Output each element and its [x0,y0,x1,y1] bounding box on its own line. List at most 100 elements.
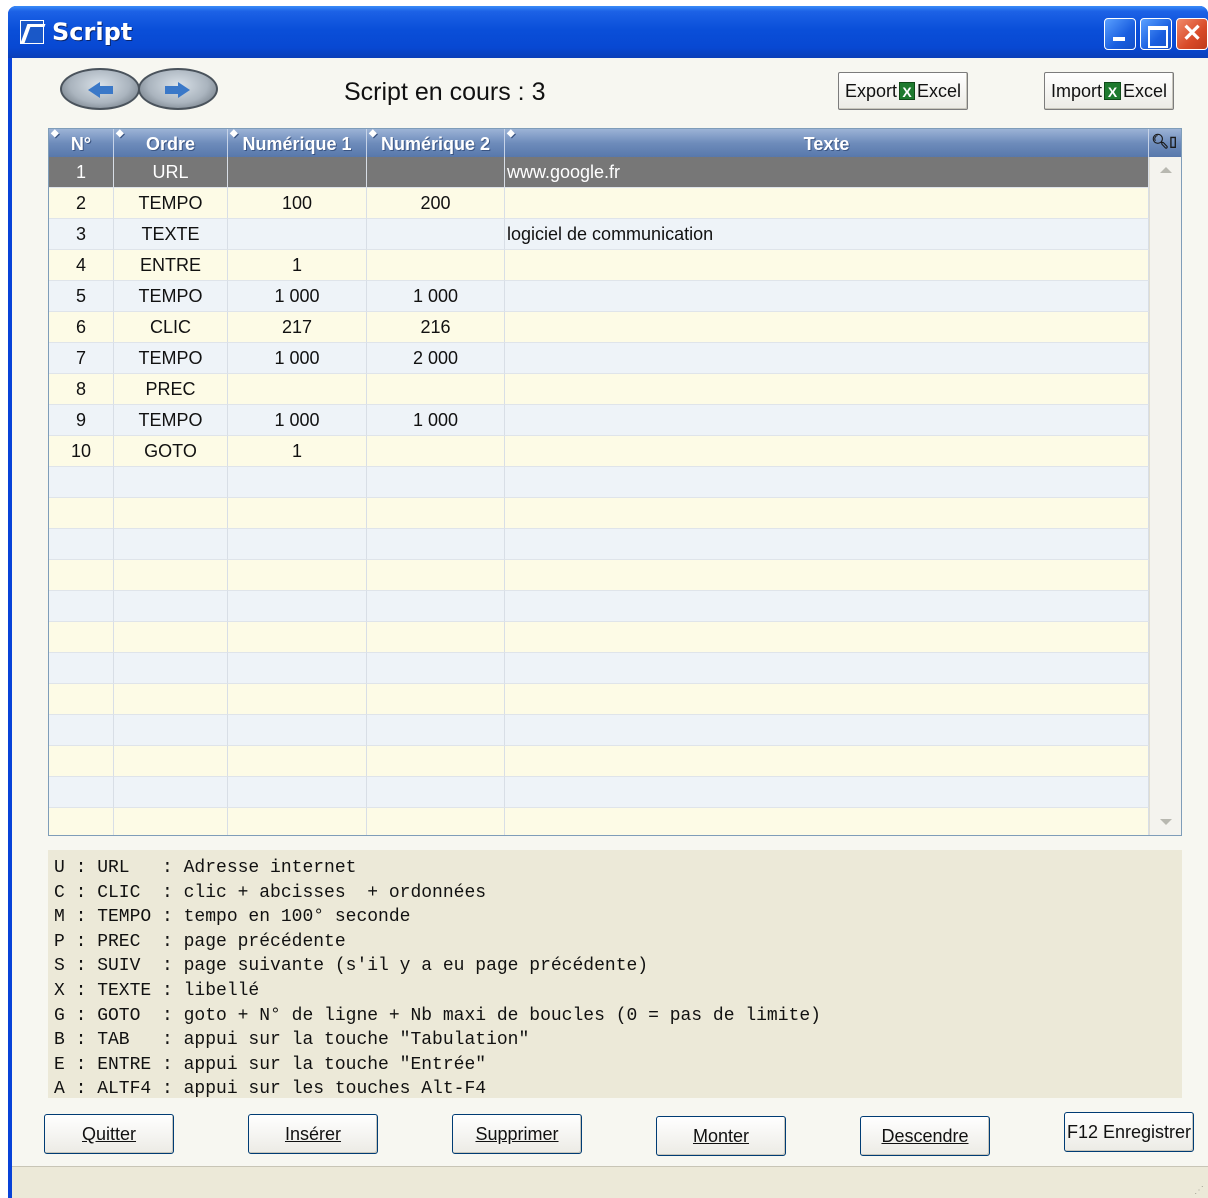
export-excel-button[interactable]: Export X Excel [838,72,968,110]
table-cell-n1[interactable]: 1 [228,436,367,467]
column-header-num[interactable]: ◆ N° [49,129,114,157]
table-row[interactable]: 6 CLIC 217 216 [49,312,1149,343]
table-cell-n1[interactable] [228,467,367,498]
empty-table-row[interactable] [49,684,1149,715]
table-cell-n2[interactable]: 2 000 [367,343,505,374]
inserer-button[interactable]: Insérer [248,1114,378,1154]
table-cell-ordre[interactable] [114,560,228,591]
table-cell-texte[interactable] [505,777,1149,808]
table-cell-ordre[interactable] [114,622,228,653]
table-cell-n1[interactable] [228,808,367,835]
table-cell-ordre[interactable] [114,529,228,560]
table-cell-ordre[interactable] [114,684,228,715]
scroll-down-icon[interactable] [1160,819,1172,825]
search-icon[interactable]: 🔍︎▯ [1152,133,1177,150]
table-row[interactable]: 2 TEMPO 100 200 [49,188,1149,219]
table-cell-n1[interactable] [228,157,367,188]
table-cell-n2[interactable] [367,808,505,835]
table-cell-n1[interactable] [228,653,367,684]
table-cell-ordre[interactable] [114,653,228,684]
import-excel-button[interactable]: Import X Excel [1044,72,1174,110]
table-cell-texte[interactable] [505,188,1149,219]
table-cell-n2[interactable]: 216 [367,312,505,343]
table-row[interactable]: 9 TEMPO 1 000 1 000 [49,405,1149,436]
vertical-scrollbar[interactable] [1149,157,1181,835]
table-cell-texte[interactable] [505,498,1149,529]
table-row[interactable]: 8 PREC [49,374,1149,405]
table-cell-texte[interactable] [505,746,1149,777]
table-cell-n1[interactable] [228,219,367,250]
previous-script-button[interactable] [60,68,140,110]
table-cell-n1[interactable] [228,746,367,777]
table-cell-n1[interactable]: 100 [228,188,367,219]
column-header-ordre[interactable]: ◆ Ordre [114,129,228,157]
resize-grip-icon[interactable]: ⋰ [1194,1185,1204,1196]
table-cell-ordre[interactable] [114,777,228,808]
table-cell-n1[interactable] [228,622,367,653]
table-row[interactable]: 3 TEXTE logiciel de communication [49,219,1149,250]
table-cell-num[interactable]: 4 [49,250,114,281]
table-cell-num[interactable]: 7 [49,343,114,374]
table-cell-n1[interactable]: 1 000 [228,281,367,312]
table-cell-n1[interactable] [228,529,367,560]
table-cell-n2[interactable] [367,622,505,653]
table-cell-n1[interactable]: 1 [228,250,367,281]
table-cell-n2[interactable] [367,591,505,622]
table-cell-n1[interactable] [228,374,367,405]
close-button[interactable]: ✕ [1176,18,1208,50]
table-cell-ordre[interactable] [114,591,228,622]
table-cell-n2[interactable] [367,374,505,405]
table-cell-texte[interactable] [505,281,1149,312]
table-cell-ordre[interactable]: PREC [114,374,228,405]
table-cell-num[interactable] [49,808,114,835]
table-cell-num[interactable]: 3 [49,219,114,250]
column-header-numerique-2[interactable]: ◆ Numérique 2 [367,129,505,157]
empty-table-row[interactable] [49,529,1149,560]
table-cell-n2[interactable] [367,157,505,188]
table-cell-n1[interactable] [228,777,367,808]
table-cell-num[interactable] [49,467,114,498]
table-cell-texte[interactable] [505,684,1149,715]
empty-table-row[interactable] [49,808,1149,835]
table-cell-ordre[interactable]: TEMPO [114,343,228,374]
empty-table-row[interactable] [49,746,1149,777]
table-cell-num[interactable] [49,684,114,715]
table-cell-ordre[interactable] [114,808,228,835]
table-cell-texte[interactable] [505,312,1149,343]
table-cell-n1[interactable]: 1 000 [228,405,367,436]
table-cell-texte[interactable] [505,622,1149,653]
table-cell-num[interactable]: 2 [49,188,114,219]
empty-table-row[interactable] [49,653,1149,684]
enregistrer-button[interactable]: F12 Enregistrer [1064,1112,1194,1152]
table-cell-n2[interactable] [367,219,505,250]
table-cell-n1[interactable] [228,560,367,591]
empty-table-row[interactable] [49,777,1149,808]
column-header-texte[interactable]: ◆ Texte [505,129,1149,157]
table-cell-ordre[interactable]: GOTO [114,436,228,467]
table-cell-n2[interactable] [367,560,505,591]
table-cell-n1[interactable] [228,591,367,622]
table-cell-texte[interactable] [505,343,1149,374]
table-cell-num[interactable] [49,560,114,591]
empty-table-row[interactable] [49,498,1149,529]
table-cell-n1[interactable]: 217 [228,312,367,343]
table-cell-texte[interactable] [505,560,1149,591]
table-cell-n2[interactable] [367,498,505,529]
table-cell-n1[interactable] [228,684,367,715]
table-cell-ordre[interactable] [114,746,228,777]
table-cell-texte[interactable] [505,436,1149,467]
table-row[interactable]: 1 URL www.google.fr [49,157,1149,188]
table-cell-n2[interactable] [367,529,505,560]
table-cell-num[interactable]: 9 [49,405,114,436]
table-cell-num[interactable] [49,746,114,777]
table-cell-n2[interactable] [367,777,505,808]
monter-button[interactable]: Monter [656,1116,786,1156]
table-cell-num[interactable] [49,777,114,808]
table-cell-num[interactable] [49,529,114,560]
table-cell-n2[interactable] [367,436,505,467]
table-cell-n2[interactable] [367,653,505,684]
table-cell-n2[interactable] [367,467,505,498]
table-cell-ordre[interactable]: TEMPO [114,405,228,436]
table-cell-n1[interactable] [228,715,367,746]
table-cell-texte[interactable] [505,405,1149,436]
